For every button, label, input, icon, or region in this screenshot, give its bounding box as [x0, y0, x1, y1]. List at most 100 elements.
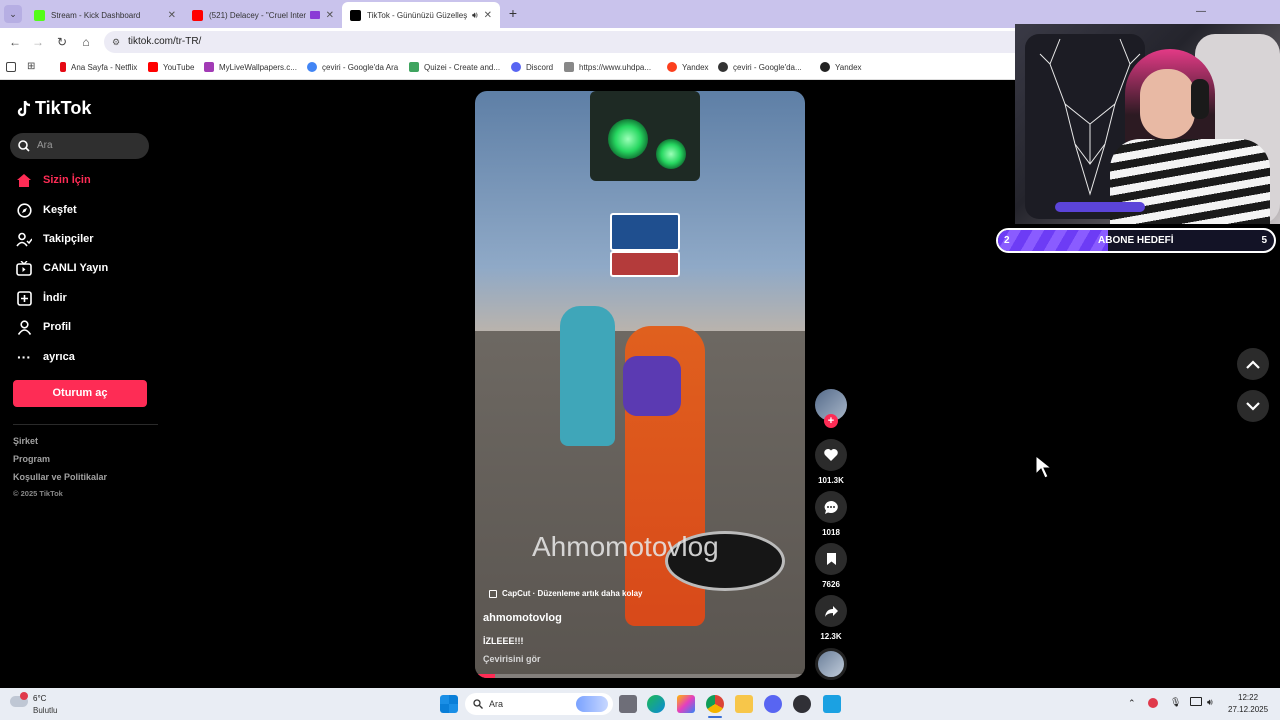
chrome-icon[interactable] [706, 695, 724, 713]
video-progress-fill [475, 674, 495, 678]
bookmark-quizei[interactable]: Quizei - Create and... [409, 62, 500, 72]
bookmark-yandex-2[interactable]: Yandex [820, 62, 862, 72]
network-status-icon[interactable] [1148, 698, 1158, 708]
close-icon[interactable]: ✕ [484, 10, 492, 21]
video-progress[interactable] [475, 674, 805, 678]
sidebar-toggle-icon[interactable] [6, 62, 16, 72]
nav-more[interactable]: ··· ayrıca [16, 349, 75, 365]
webcam-overlay [1015, 24, 1280, 224]
footer-link-program[interactable]: Program [13, 454, 50, 464]
chevron-up-icon[interactable]: ⌃ [1128, 698, 1136, 709]
green-light [608, 119, 648, 159]
obs-icon[interactable] [793, 695, 811, 713]
footer-link-terms[interactable]: Koşullar ve Politikalar [13, 472, 107, 482]
chevron-down-icon [1246, 401, 1260, 411]
weather-widget[interactable]: 6°C Bulutlu [10, 691, 80, 717]
nav-explore[interactable]: Keşfet [16, 202, 77, 218]
netflix-icon [60, 62, 66, 72]
tab-tiktok[interactable]: TikTok - Gününüzü Güzelleş 🔊︎ ✕ [342, 2, 500, 28]
minimize-button[interactable]: — [1196, 6, 1206, 17]
bookmark-mylivewallpapers[interactable]: MyLiveWallpapers.c... [204, 62, 297, 72]
yandex-icon [820, 62, 830, 72]
bookmark-label: MyLiveWallpapers.c... [219, 62, 297, 72]
speaker-icon[interactable]: 🔊︎ [472, 10, 478, 21]
google-icon [307, 62, 317, 72]
bookmark-google-ceviri-2[interactable]: çeviri - Google'da... [718, 62, 802, 72]
capcut-banner[interactable]: CapCut · Düzenleme artık daha kolay [489, 589, 642, 598]
like-button[interactable] [815, 439, 847, 471]
nav-following[interactable]: Takipçiler [16, 231, 94, 247]
picture-in-picture-icon[interactable] [309, 11, 320, 19]
nav-live[interactable]: CANLI Yayın [16, 260, 108, 276]
start-button[interactable] [440, 695, 458, 713]
close-icon[interactable]: ✕ [326, 10, 334, 21]
goal-target: 5 [1261, 235, 1267, 246]
share-icon [824, 605, 838, 617]
mouse-cursor-icon [1035, 455, 1053, 479]
display-icon[interactable] [1190, 697, 1202, 706]
uhdpaper-icon [564, 62, 574, 72]
site-info-icon[interactable]: ⚙ [112, 31, 120, 53]
tab-title: TikTok - Gününüzü Güzelleş [367, 10, 468, 20]
search-input[interactable]: Ara [10, 133, 149, 159]
clock-date[interactable]: 27.12.2025 [1228, 705, 1268, 714]
copilot-icon[interactable] [677, 695, 695, 713]
tab-search-dropdown[interactable]: ⌄ [4, 5, 22, 23]
app-icon[interactable] [823, 695, 841, 713]
back-button[interactable]: ← [7, 34, 23, 50]
discord-icon[interactable] [764, 695, 782, 713]
bookmark-uhdpaper[interactable]: https://www.uhdpa... [564, 62, 651, 72]
youtube-icon [192, 9, 203, 21]
bookmark-label: https://www.uhdpa... [579, 62, 652, 72]
yandex-icon [667, 62, 677, 72]
discord-icon [511, 62, 521, 72]
save-button[interactable] [815, 543, 847, 575]
forward-button[interactable]: → [30, 34, 46, 50]
close-icon[interactable]: ✕ [168, 10, 176, 21]
apps-grid-icon[interactable]: ⊞ [27, 61, 35, 72]
bookmark-youtube[interactable]: YouTube [148, 62, 194, 72]
reload-button[interactable]: ↻ [54, 34, 70, 50]
bookmark-yandex[interactable]: Yandex [667, 62, 709, 72]
edge-icon[interactable] [647, 695, 665, 713]
more-icon: ··· [17, 349, 31, 365]
login-button[interactable]: Oturum aç [13, 380, 147, 407]
task-view-icon[interactable] [619, 695, 637, 713]
new-tab-button[interactable]: + [505, 5, 521, 21]
file-explorer-icon[interactable] [735, 695, 753, 713]
bookmark-google-ceviri[interactable]: çeviri - Google'da Ara [307, 62, 398, 72]
search-icon [18, 140, 30, 152]
nav-profile[interactable]: Profil [16, 319, 71, 335]
google-icon [718, 62, 728, 72]
video-player[interactable]: Ahmomotovlog CapCut · Düzenleme artık da… [475, 91, 805, 678]
tab-kick[interactable]: Stream - Kick Dashboard ✕ [26, 2, 184, 28]
comment-button[interactable] [815, 491, 847, 523]
nav-download[interactable]: İndir [16, 290, 67, 306]
translate-link[interactable]: Çevirisini gör [483, 654, 541, 664]
share-button[interactable] [815, 595, 847, 627]
taskbar-search[interactable]: Ara [465, 693, 613, 715]
video-author[interactable]: ahmomotovlog [483, 612, 562, 624]
road-sign [610, 213, 680, 251]
tiktok-logo[interactable]: TikTok [16, 98, 91, 119]
url-bar[interactable]: ⚙ tiktok.com/tr-TR/ [104, 31, 1034, 53]
music-disc[interactable] [815, 648, 847, 680]
child-left [560, 306, 615, 446]
bookmark-netflix[interactable]: Ana Sayfa - Netflix [60, 62, 137, 72]
bookmark-discord[interactable]: Discord [511, 62, 553, 72]
footer-link-company[interactable]: Şirket [13, 436, 38, 446]
previous-video-button[interactable] [1237, 348, 1269, 380]
traffic-light [590, 91, 700, 181]
tab-youtube[interactable]: (521) Delacey - "Cruel Inten ✕ [184, 2, 342, 28]
bookmark-label: çeviri - Google'da... [733, 62, 802, 72]
volume-icon[interactable]: 🔊︎ [1207, 697, 1213, 708]
clock-time[interactable]: 12:22 [1238, 693, 1258, 702]
nav-for-you[interactable]: Sizin İçin [16, 172, 91, 188]
download-icon [16, 290, 32, 306]
next-video-button[interactable] [1237, 390, 1269, 422]
nav-label: Keşfet [43, 204, 77, 216]
follow-plus-icon[interactable]: + [824, 414, 838, 428]
goal-label: ABONE HEDEFİ [1098, 235, 1174, 246]
microphone-icon[interactable]: 🎙︎ [1170, 697, 1181, 708]
home-button[interactable]: ⌂ [78, 34, 94, 50]
